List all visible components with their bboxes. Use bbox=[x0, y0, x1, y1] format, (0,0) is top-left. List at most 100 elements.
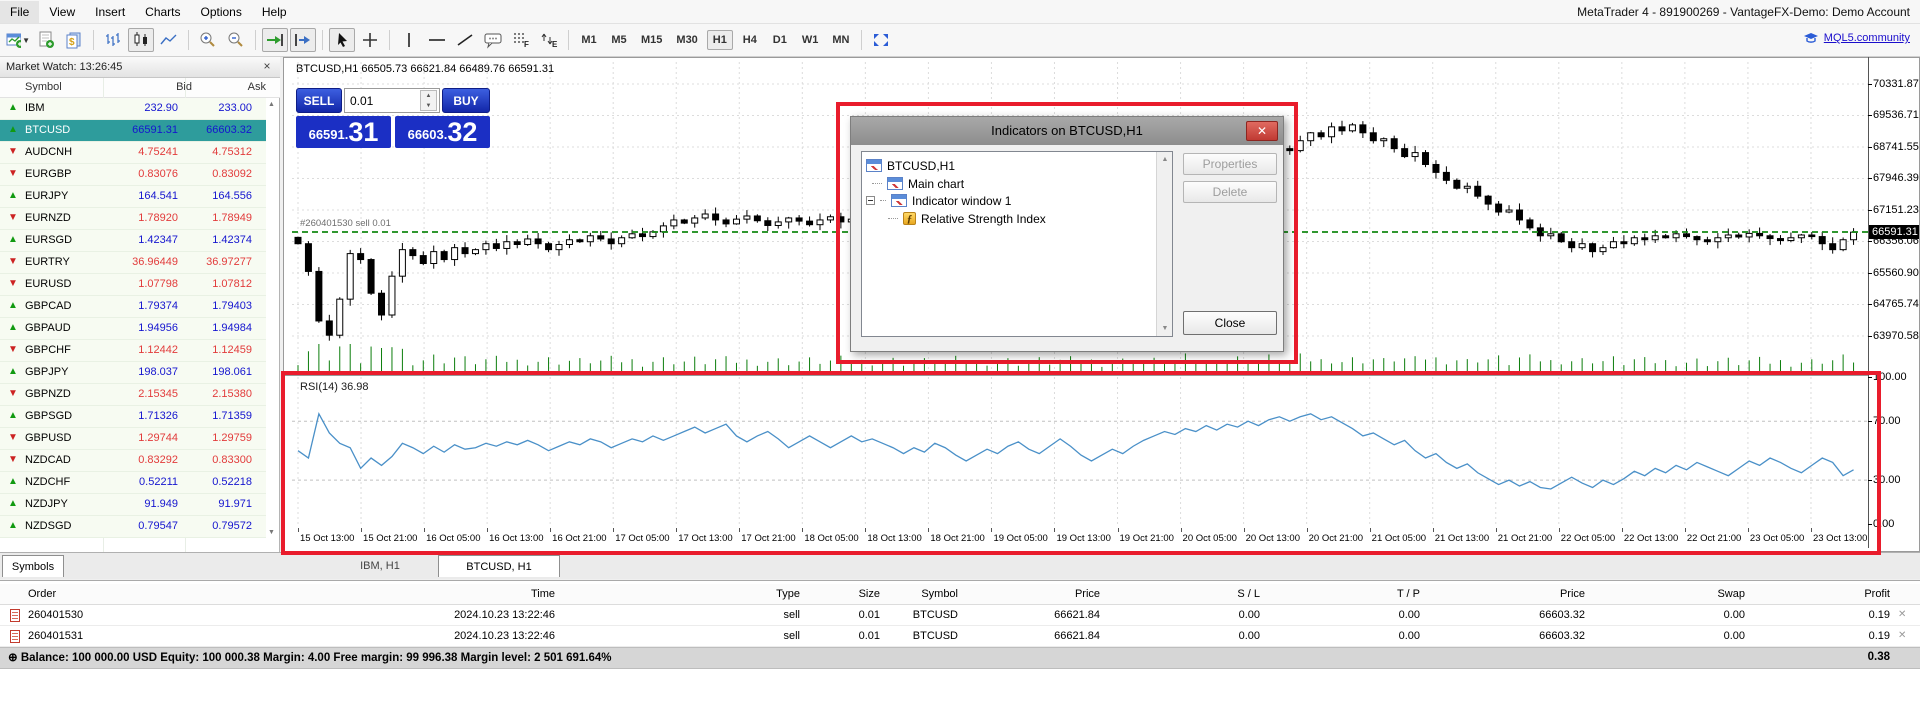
market-watch-row[interactable]: ▲GBPAUD1.949561.94984 bbox=[0, 318, 266, 340]
market-watch-row[interactable]: ▲EURJPY164.541164.556 bbox=[0, 186, 266, 208]
fibonacci-icon[interactable]: F bbox=[508, 28, 534, 52]
line-chart-icon[interactable] bbox=[156, 28, 182, 52]
scroll-up-icon[interactable]: ▲ bbox=[266, 99, 277, 110]
terminal-column-header[interactable]: S / L bbox=[1237, 588, 1260, 600]
terminal-column-header[interactable]: T / P bbox=[1397, 588, 1420, 600]
market-watch-row[interactable]: ▼EURGBP0.830760.83092 bbox=[0, 164, 266, 186]
menu-charts[interactable]: Charts bbox=[135, 1, 190, 23]
tree-item-chart[interactable]: BTCUSD,H1 bbox=[866, 157, 955, 174]
close-icon[interactable]: × bbox=[260, 60, 274, 74]
mql5-community-link[interactable]: MQL5.community bbox=[1824, 32, 1910, 44]
tree-item-indicator-window[interactable]: Indicator window 1 bbox=[866, 192, 1011, 209]
scroll-down-icon[interactable]: ▼ bbox=[1157, 321, 1173, 336]
menu-view[interactable]: View bbox=[39, 1, 85, 23]
market-watch-row[interactable]: ▼NZDCAD0.832920.83300 bbox=[0, 450, 266, 472]
terminal-column-header[interactable]: Order bbox=[28, 588, 56, 600]
terminal-column-header[interactable]: Size bbox=[859, 588, 880, 600]
market-watch-row[interactable]: ▲GBPSGD1.713261.71359 bbox=[0, 406, 266, 428]
chart-shift-icon[interactable] bbox=[290, 28, 316, 52]
menu-insert[interactable]: Insert bbox=[85, 1, 135, 23]
order-cell: 260401531 bbox=[28, 630, 83, 642]
buy-price-panel[interactable]: 66603.32 bbox=[395, 116, 490, 148]
fullscreen-icon[interactable] bbox=[868, 28, 894, 52]
terminal-column-header[interactable]: Price bbox=[1075, 588, 1100, 600]
timeframe-m15[interactable]: M15 bbox=[636, 30, 667, 50]
terminal-column-header[interactable]: Price bbox=[1560, 588, 1585, 600]
sell-price-panel[interactable]: 66591.31 bbox=[296, 116, 391, 148]
menu-options[interactable]: Options bbox=[191, 1, 252, 23]
cursor-icon[interactable] bbox=[329, 28, 355, 52]
order-cell: 0.01 bbox=[859, 630, 880, 642]
tree-item-rsi[interactable]: ƒ Relative Strength Index bbox=[888, 210, 1046, 227]
candlestick-chart-icon[interactable] bbox=[128, 28, 154, 52]
mql5-market-icon[interactable]: $ bbox=[61, 28, 87, 52]
close-order-icon[interactable]: ✕ bbox=[1898, 609, 1906, 620]
market-watch-row[interactable]: ▲NZDJPY91.94991.971 bbox=[0, 494, 266, 516]
trendline-icon[interactable] bbox=[452, 28, 478, 52]
order-row[interactable]: 2604015302024.10.23 13:22:46sell0.01BTCU… bbox=[0, 605, 1920, 626]
terminal-column-header[interactable]: Symbol bbox=[921, 588, 958, 600]
market-watch-row[interactable]: ▼GBPNZD2.153452.15380 bbox=[0, 384, 266, 406]
auto-scroll-icon[interactable] bbox=[262, 28, 288, 52]
symbols-tab[interactable]: Symbols bbox=[2, 555, 64, 577]
bar-chart-icon[interactable] bbox=[100, 28, 126, 52]
text-label-icon[interactable] bbox=[480, 28, 506, 52]
timeframe-w1[interactable]: W1 bbox=[797, 30, 824, 50]
market-watch-row[interactable]: ▼GBPUSD1.297441.29759 bbox=[0, 428, 266, 450]
new-order-icon[interactable] bbox=[33, 28, 59, 52]
terminal-column-header[interactable]: Type bbox=[776, 588, 800, 600]
market-watch-row[interactable]: ▲GBPJPY198.037198.061 bbox=[0, 362, 266, 384]
timeframe-h4[interactable]: H4 bbox=[737, 30, 763, 50]
horizontal-line-icon[interactable] bbox=[424, 28, 450, 52]
dialog-title[interactable]: Indicators on BTCUSD,H1 bbox=[851, 117, 1283, 145]
collapse-icon[interactable] bbox=[866, 196, 875, 205]
market-watch-row[interactable]: ▼EURUSD1.077981.07812 bbox=[0, 274, 266, 296]
scroll-down-icon[interactable]: ▼ bbox=[266, 527, 277, 538]
new-chart-icon[interactable]: ▼ bbox=[5, 28, 31, 52]
market-watch-row[interactable]: ▼AUDCNH4.752414.75312 bbox=[0, 142, 266, 164]
bid-value: 198.037 bbox=[138, 366, 178, 378]
terminal-column-header[interactable]: Time bbox=[531, 588, 555, 600]
vertical-line-icon[interactable] bbox=[396, 28, 422, 52]
timeframe-m5[interactable]: M5 bbox=[606, 30, 632, 50]
tree-item-main-chart[interactable]: Main chart bbox=[872, 175, 964, 192]
tree-item-label: Relative Strength Index bbox=[921, 212, 1046, 226]
terminal-column-header[interactable]: Profit bbox=[1864, 588, 1890, 600]
close-button[interactable]: Close bbox=[1183, 311, 1277, 335]
crosshair-icon[interactable] bbox=[357, 28, 383, 52]
order-cell: 0.00 bbox=[1239, 609, 1260, 621]
delete-button[interactable]: Delete bbox=[1183, 181, 1277, 203]
zoom-in-icon[interactable] bbox=[195, 28, 221, 52]
buy-button[interactable]: BUY bbox=[442, 88, 490, 113]
close-icon[interactable]: ✕ bbox=[1246, 121, 1278, 141]
scroll-up-icon[interactable]: ▲ bbox=[1157, 152, 1173, 167]
market-watch-row[interactable]: ▼EURTRY36.9644936.97277 bbox=[0, 252, 266, 274]
close-order-icon[interactable]: ✕ bbox=[1898, 630, 1906, 641]
lot-stepper[interactable]: ▲▼ bbox=[420, 90, 437, 111]
market-watch-row[interactable]: ▲IBM232.90233.00 bbox=[0, 98, 266, 120]
chart-tab-btcusd[interactable]: BTCUSD, H1 bbox=[438, 555, 560, 577]
timeframe-mn[interactable]: MN bbox=[827, 30, 854, 50]
market-watch-row[interactable]: ▲NZDSGD0.795470.79572 bbox=[0, 516, 266, 538]
properties-button[interactable]: Properties bbox=[1183, 153, 1277, 175]
market-watch-row[interactable]: ▲BTCUSD66591.3166603.32 bbox=[0, 120, 266, 142]
timeframe-h1[interactable]: H1 bbox=[707, 30, 733, 50]
order-row[interactable]: 2604015312024.10.23 13:22:46sell0.01BTCU… bbox=[0, 626, 1920, 647]
bid-value: 0.83076 bbox=[138, 168, 178, 180]
arrows-tool-icon[interactable]: E bbox=[536, 28, 562, 52]
menu-help[interactable]: Help bbox=[252, 1, 297, 23]
tree-scrollbar[interactable]: ▲ ▼ bbox=[1156, 152, 1172, 336]
menu-file[interactable]: File bbox=[0, 1, 39, 23]
timeframe-m1[interactable]: M1 bbox=[576, 30, 602, 50]
zoom-out-icon[interactable] bbox=[223, 28, 249, 52]
market-watch-row[interactable]: ▲GBPCAD1.793741.79403 bbox=[0, 296, 266, 318]
chart-tab-ibm[interactable]: IBM, H1 bbox=[340, 555, 420, 577]
terminal-column-header[interactable]: Swap bbox=[1717, 588, 1745, 600]
timeframe-m30[interactable]: M30 bbox=[671, 30, 702, 50]
market-watch-row[interactable]: ▼GBPCHF1.124421.12459 bbox=[0, 340, 266, 362]
sell-button[interactable]: SELL bbox=[296, 88, 342, 113]
timeframe-d1[interactable]: D1 bbox=[767, 30, 793, 50]
market-watch-row[interactable]: ▲EURSGD1.423471.42374 bbox=[0, 230, 266, 252]
market-watch-row[interactable]: ▲NZDCHF0.522110.52218 bbox=[0, 472, 266, 494]
market-watch-row[interactable]: ▼EURNZD1.789201.78949 bbox=[0, 208, 266, 230]
